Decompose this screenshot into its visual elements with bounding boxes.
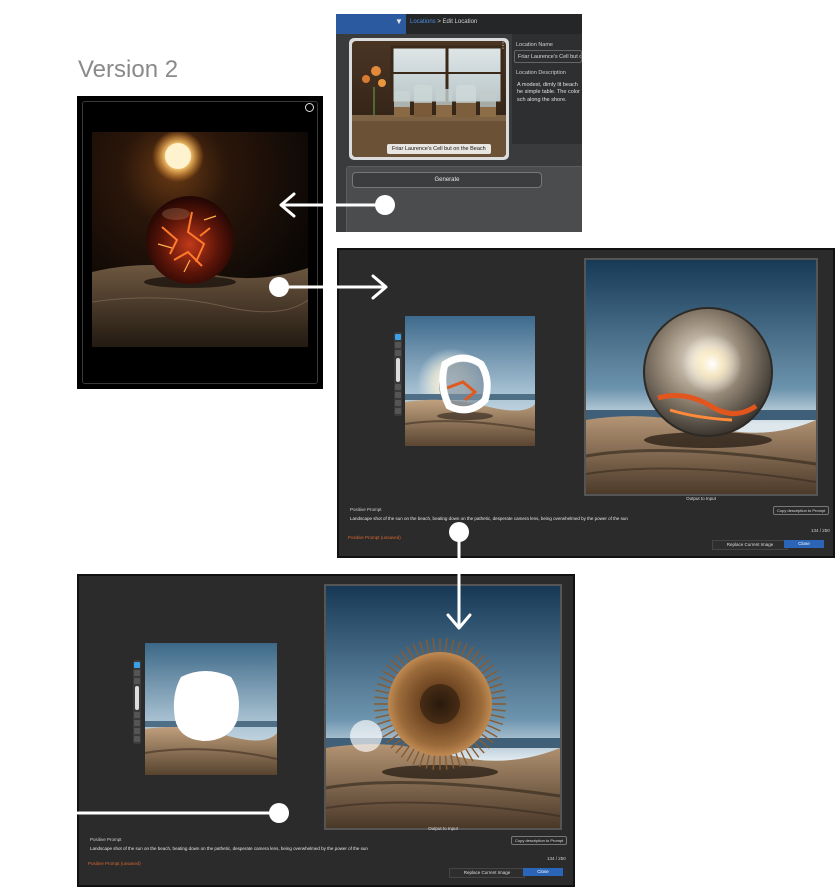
- connector-dot: [269, 277, 289, 297]
- flow-arrows-overlay: [76, 192, 472, 823]
- connector-dot: [449, 522, 469, 542]
- connector-dot: [375, 195, 395, 215]
- connector-dot: [269, 803, 289, 823]
